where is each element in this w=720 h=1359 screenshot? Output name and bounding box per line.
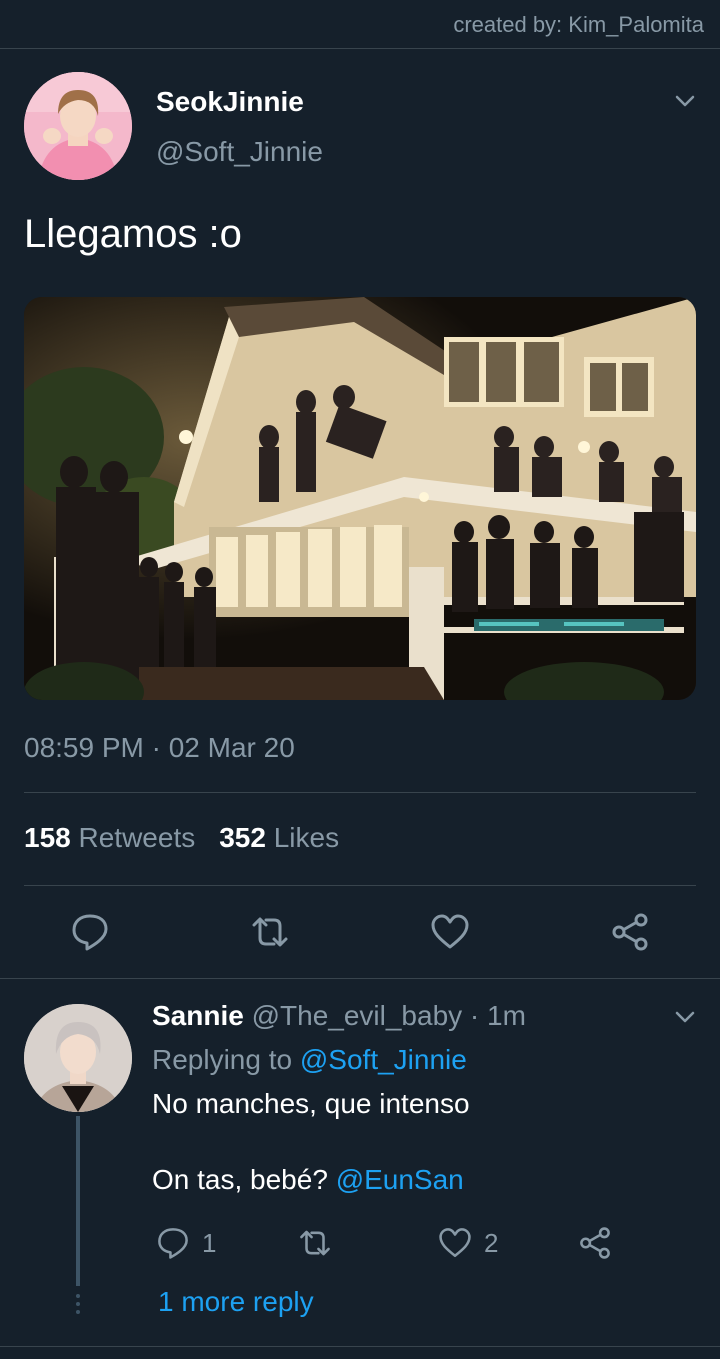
author-display-name[interactable]: SeokJinnie (156, 86, 304, 118)
retweet-icon[interactable] (250, 912, 290, 952)
reply-like-button[interactable]: 2 (438, 1226, 498, 1260)
reply-like-count: 2 (484, 1227, 499, 1258)
top-divider (0, 48, 720, 49)
reply-retweet-button[interactable] (298, 1226, 344, 1260)
heart-icon (439, 1228, 471, 1258)
reply-display-name[interactable]: Sannie (152, 1000, 244, 1031)
tweet-timestamp: 08:59 PM · 02 Mar 20 (24, 732, 295, 763)
share-icon (580, 1227, 610, 1259)
reply-time: · 1m (469, 1000, 526, 1031)
retweet-count[interactable]: 158 (24, 822, 71, 853)
reply-author-avatar[interactable] (24, 1004, 132, 1112)
reply-text-line: No manches, que intenso (152, 1088, 470, 1119)
divider (24, 885, 696, 886)
chevron-down-icon[interactable] (674, 1006, 696, 1028)
thread-dot (76, 1302, 80, 1306)
tweet-media-image[interactable] (24, 297, 696, 700)
reply-header: Sannie @The_evil_baby · 1m (152, 1000, 526, 1032)
thread-line (76, 1116, 80, 1286)
like-count[interactable]: 352 (219, 822, 266, 853)
chevron-down-icon[interactable] (674, 90, 696, 112)
divider (0, 978, 720, 979)
reply-text-line: On tas, bebé? @EunSan (152, 1164, 464, 1196)
reply-icon (158, 1228, 188, 1259)
reply-icon[interactable] (70, 912, 110, 952)
divider (0, 1346, 720, 1347)
like-label[interactable]: Likes (274, 822, 339, 853)
tweet-stats: 158 Retweets 352 Likes (24, 822, 339, 854)
reply-reply-button[interactable]: 1 (156, 1226, 216, 1260)
replying-to-label: Replying to (152, 1044, 293, 1075)
reply-share-button[interactable] (578, 1226, 624, 1260)
creator-credit: created by: Kim_Palomita (453, 12, 704, 37)
replying-to-mention[interactable]: @Soft_Jinnie (300, 1044, 467, 1075)
tweet-text: Llegamos :o (24, 212, 242, 256)
replying-to-line: Replying to @Soft_Jinnie (152, 1044, 467, 1076)
reply-text: On tas, bebé? (152, 1164, 328, 1195)
reply-count: 1 (202, 1227, 217, 1258)
author-handle[interactable]: @Soft_Jinnie (156, 136, 323, 168)
retweet-label[interactable]: Retweets (79, 822, 196, 853)
share-icon[interactable] (610, 912, 650, 952)
thread-dot (76, 1294, 80, 1298)
mention-link[interactable]: @EunSan (336, 1164, 464, 1195)
heart-icon[interactable] (430, 912, 470, 952)
reply-handle[interactable]: @The_evil_baby (252, 1000, 463, 1031)
retweet-icon (300, 1230, 330, 1256)
divider (24, 792, 696, 793)
author-avatar[interactable] (24, 72, 132, 180)
more-replies-link[interactable]: 1 more reply (158, 1286, 314, 1318)
thread-dot (76, 1310, 80, 1314)
